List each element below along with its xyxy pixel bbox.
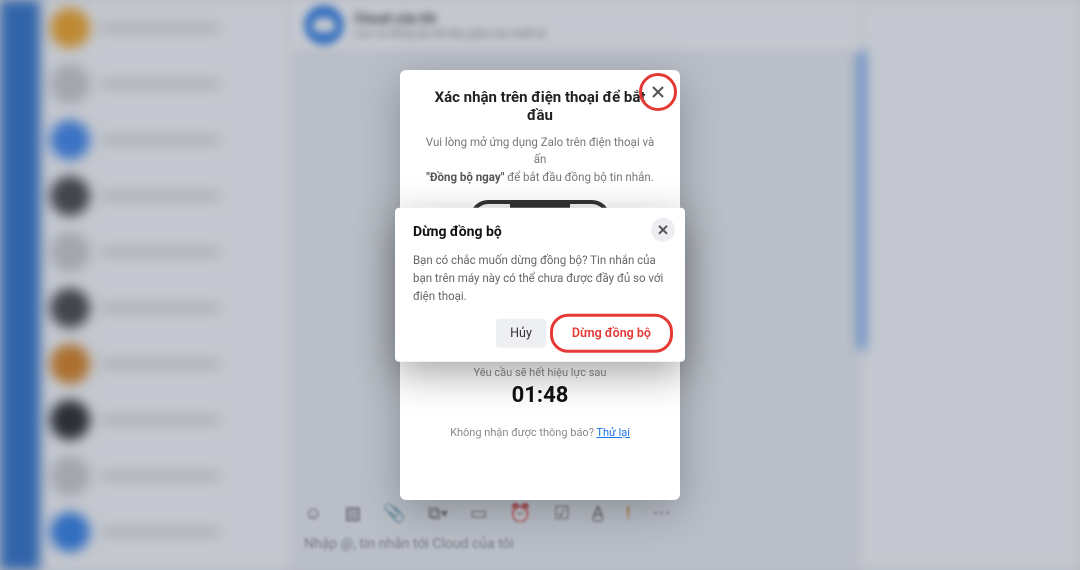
modal-description: Vui lòng mở ứng dụng Zalo trên điện thoạ… [422, 134, 658, 186]
stop-sync-dialog: Dừng đồng bộ Bạn có chắc muốn dừng đồng … [395, 208, 685, 362]
close-icon [656, 223, 670, 237]
retry-link[interactable]: Thử lại [596, 426, 630, 439]
cancel-button[interactable]: Hủy [496, 319, 546, 348]
retry-line: Không nhận được thông báo? Thử lại [450, 426, 630, 439]
dialog-actions: Hủy Dừng đồng bộ [413, 319, 667, 348]
expiry-label: Yêu cầu sẽ hết hiệu lực sau [474, 366, 607, 379]
confirm-stop-button[interactable]: Dừng đồng bộ [556, 319, 667, 348]
close-icon [651, 85, 665, 99]
close-button[interactable] [646, 80, 670, 104]
modal-title: Xác nhận trên điện thoại để bắt đầu [422, 88, 658, 124]
dialog-close-button[interactable] [651, 218, 675, 242]
dialog-body: Bạn có chắc muốn dừng đồng bộ? Tin nhắn … [413, 252, 667, 305]
countdown-timer: 01:48 [512, 383, 569, 408]
dialog-title: Dừng đồng bộ [413, 224, 667, 240]
